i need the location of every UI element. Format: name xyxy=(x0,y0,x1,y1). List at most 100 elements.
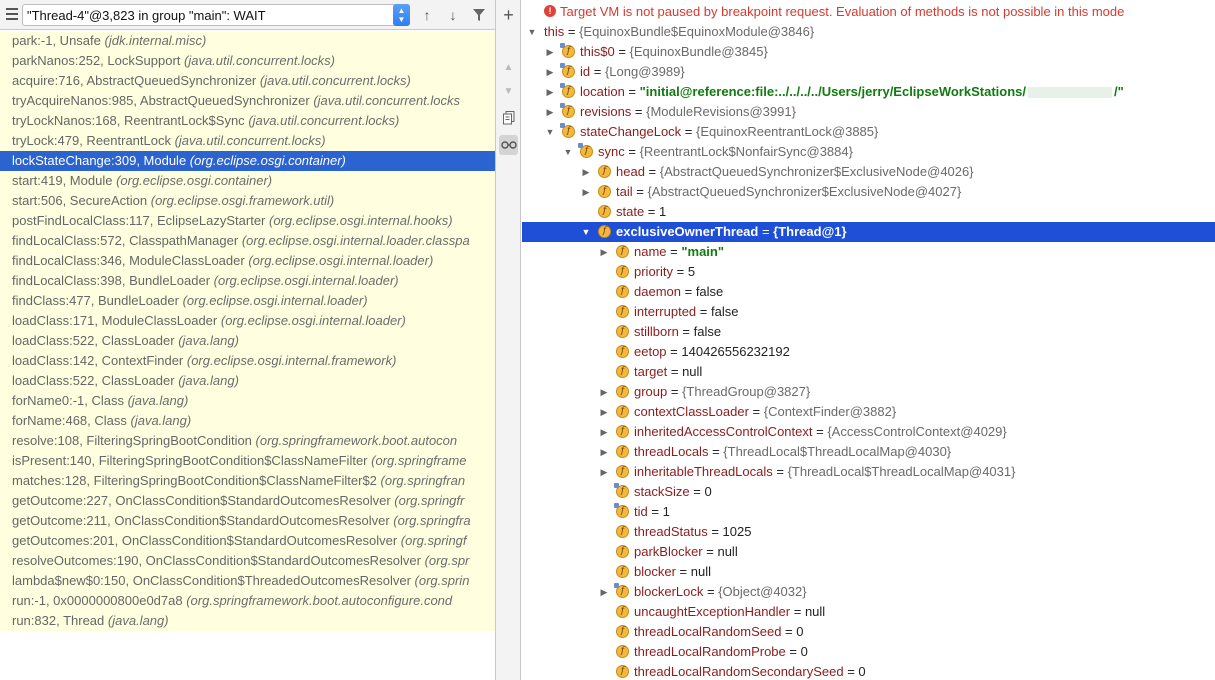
expanded-arrow-icon[interactable]: ▼ xyxy=(544,122,556,142)
stack-frame-row[interactable]: getOutcome:227, OnClassCondition$Standar… xyxy=(0,491,495,511)
frame-method: resolveOutcomes:190, OnClassCondition$St… xyxy=(12,553,425,568)
collapsed-arrow-icon[interactable]: ▶ xyxy=(544,82,556,102)
copy-icon[interactable] xyxy=(499,108,518,128)
variable-row-sync[interactable]: ▼ f sync = {ReentrantLock$NonfairSync@3884… xyxy=(522,142,1215,162)
thread-selector[interactable]: "Thread-4"@3,823 in group "main": WAIT ▲… xyxy=(22,4,410,26)
variable-value: {ContextFinder@3882} xyxy=(763,404,897,419)
stack-frame-row[interactable]: loadClass:142, ContextFinder (org.eclips… xyxy=(0,351,495,371)
hamburger-icon[interactable] xyxy=(6,8,18,20)
collapsed-arrow-icon[interactable]: ▶ xyxy=(598,422,610,442)
expanded-arrow-icon[interactable]: ▼ xyxy=(562,142,574,162)
stack-frame-row[interactable]: tryLockNanos:168, ReentrantLock$Sync (ja… xyxy=(0,111,495,131)
variable-row-head[interactable]: ▶ f head = {AbstractQueuedSynchronizer$Exc… xyxy=(522,162,1215,182)
expanded-arrow-icon[interactable]: ▼ xyxy=(526,22,538,42)
stack-frame-row[interactable]: getOutcome:211, OnClassCondition$Standar… xyxy=(0,511,495,531)
variable-row-inheritedaccesscontrolcontext[interactable]: ▶ f inheritedAccessControlContext = {Acces… xyxy=(522,422,1215,442)
variable-row-this[interactable]: ▼ this = {EquinoxBundle$EquinoxModule@384… xyxy=(522,22,1215,42)
variable-row-blockerlock[interactable]: ▶ f blockerLock = {Object@4032} xyxy=(522,582,1215,602)
variable-row-threadlocalrandomprobe[interactable]: f threadLocalRandomProbe = 0 xyxy=(522,642,1215,662)
variable-row-exclusiveownerthread[interactable]: ▼ f exclusiveOwnerThread = {Thread@1} xyxy=(522,222,1215,242)
variable-row-threadlocals[interactable]: ▶ f threadLocals = {ThreadLocal$ThreadLoca… xyxy=(522,442,1215,462)
variable-row-threadlocalrandomsecondaryseed[interactable]: f threadLocalRandomSecondarySeed = 0 xyxy=(522,662,1215,680)
filter-icon[interactable] xyxy=(469,4,489,26)
variable-row-name[interactable]: ▶ f name = "main" xyxy=(522,242,1215,262)
collapsed-arrow-icon[interactable]: ▶ xyxy=(598,442,610,462)
stack-frame-row[interactable]: matches:128, FilteringSpringBootConditio… xyxy=(0,471,495,491)
variable-row-inheritablethreadlocals[interactable]: ▶ f inheritableThreadLocals = {ThreadLocal… xyxy=(522,462,1215,482)
arrow-down-icon[interactable]: ↓ xyxy=(443,4,463,26)
stack-frame-row[interactable]: forName0:-1, Class (java.lang) xyxy=(0,391,495,411)
variable-row-state[interactable]: f state = 1 xyxy=(522,202,1215,222)
variable-value: {ThreadLocal$ThreadLocalMap@4031} xyxy=(787,464,1016,479)
collapsed-arrow-icon[interactable]: ▶ xyxy=(544,62,556,82)
stack-frame-row[interactable]: findLocalClass:572, ClasspathManager (or… xyxy=(0,231,495,251)
stack-frame-row[interactable]: lambda$new$0:150, OnClassCondition$Threa… xyxy=(0,571,495,591)
stack-frame-row[interactable]: findLocalClass:398, BundleLoader (org.ec… xyxy=(0,271,495,291)
collapsed-arrow-icon[interactable]: ▶ xyxy=(544,42,556,62)
variable-row-contextclassloader[interactable]: ▶ f contextClassLoader = {ContextFinder@38… xyxy=(522,402,1215,422)
stack-frame-row[interactable]: parkNanos:252, LockSupport (java.util.co… xyxy=(0,51,495,71)
stack-frame-row[interactable]: tryLock:479, ReentrantLock (java.util.co… xyxy=(0,131,495,151)
equals-sign: = xyxy=(681,124,697,139)
variable-row-uncaughtexceptionhandler[interactable]: f uncaughtExceptionHandler = null xyxy=(522,602,1215,622)
stack-frame-row[interactable]: loadClass:522, ClassLoader (java.lang) xyxy=(0,371,495,391)
arrow-up-icon[interactable]: ↑ xyxy=(417,4,437,26)
variable-row-threadstatus[interactable]: f threadStatus = 1025 xyxy=(522,522,1215,542)
plus-icon[interactable]: + xyxy=(499,5,518,25)
variable-row-priority[interactable]: f priority = 5 xyxy=(522,262,1215,282)
triangle-up-icon[interactable]: ▲ xyxy=(499,58,518,78)
stack-frame-row[interactable]: loadClass:171, ModuleClassLoader (org.ec… xyxy=(0,311,495,331)
variable-row-revisions[interactable]: ▶ f revisions = {ModuleRevisions@3991} xyxy=(522,102,1215,122)
variable-name: location xyxy=(580,84,625,99)
variable-row-this0[interactable]: ▶ f this$0 = {EquinoxBundle@3845} xyxy=(522,42,1215,62)
variable-row-location[interactable]: ▶ f location = "initial@reference:file:../… xyxy=(522,82,1215,102)
variable-row-stacksize[interactable]: f stackSize = 0 xyxy=(522,482,1215,502)
stack-frame-row[interactable]: resolve:108, FilteringSpringBootConditio… xyxy=(0,431,495,451)
variable-value: false xyxy=(710,304,739,319)
stack-frame-row[interactable]: postFindLocalClass:117, EclipseLazyStart… xyxy=(0,211,495,231)
stack-frame-row[interactable]: run:-1, 0x0000000800e0d7a8 (org.springfr… xyxy=(0,591,495,611)
stack-frame-row[interactable]: findClass:477, BundleLoader (org.eclipse… xyxy=(0,291,495,311)
variable-row-stillborn[interactable]: f stillborn = false xyxy=(522,322,1215,342)
stack-frame-row[interactable]: lockStateChange:309, Module (org.eclipse… xyxy=(0,151,495,171)
stack-frame-row[interactable]: start:419, Module (org.eclipse.osgi.cont… xyxy=(0,171,495,191)
collapsed-arrow-icon[interactable]: ▶ xyxy=(580,162,592,182)
variable-row-threadlocalrandomseed[interactable]: f threadLocalRandomSeed = 0 xyxy=(522,622,1215,642)
variable-row-id[interactable]: ▶ f id = {Long@3989} xyxy=(522,62,1215,82)
stack-frame-row[interactable]: getOutcomes:201, OnClassCondition$Standa… xyxy=(0,531,495,551)
collapsed-arrow-icon[interactable]: ▶ xyxy=(598,582,610,602)
variable-row-tail[interactable]: ▶ f tail = {AbstractQueuedSynchronizer$Exc… xyxy=(522,182,1215,202)
triangle-down-icon[interactable]: ▼ xyxy=(499,82,518,102)
variable-row-interrupted[interactable]: f interrupted = false xyxy=(522,302,1215,322)
chevron-updown-icon[interactable]: ▲ ▼ xyxy=(393,4,410,26)
variable-name: eetop xyxy=(634,344,667,359)
stack-frame-row[interactable]: loadClass:522, ClassLoader (java.lang) xyxy=(0,331,495,351)
collapsed-arrow-icon[interactable]: ▶ xyxy=(544,102,556,122)
collapsed-arrow-icon[interactable]: ▶ xyxy=(598,462,610,482)
stack-frame-row[interactable]: acquire:716, AbstractQueuedSynchronizer … xyxy=(0,71,495,91)
variable-row-statechangelock[interactable]: ▼ f stateChangeLock = {EquinoxReentrantLoc… xyxy=(522,122,1215,142)
stack-frame-row[interactable]: run:832, Thread (java.lang) xyxy=(0,611,495,631)
glasses-icon[interactable] xyxy=(499,135,518,155)
variable-row-tid[interactable]: f tid = 1 xyxy=(522,502,1215,522)
stack-frame-row[interactable]: tryAcquireNanos:985, AbstractQueuedSynch… xyxy=(0,91,495,111)
variable-row-target[interactable]: f target = null xyxy=(522,362,1215,382)
collapsed-arrow-icon[interactable]: ▶ xyxy=(598,382,610,402)
variable-row-parkblocker[interactable]: f parkBlocker = null xyxy=(522,542,1215,562)
equals-sign: = xyxy=(675,564,691,579)
collapsed-arrow-icon[interactable]: ▶ xyxy=(598,402,610,422)
variable-row-group[interactable]: ▶ f group = {ThreadGroup@3827} xyxy=(522,382,1215,402)
variable-row-daemon[interactable]: f daemon = false xyxy=(522,282,1215,302)
collapsed-arrow-icon[interactable]: ▶ xyxy=(580,182,592,202)
equals-sign: = xyxy=(680,284,696,299)
stack-frame-row[interactable]: resolveOutcomes:190, OnClassCondition$St… xyxy=(0,551,495,571)
stack-frame-row[interactable]: isPresent:140, FilteringSpringBootCondit… xyxy=(0,451,495,471)
variable-row-eetop[interactable]: f eetop = 140426556232192 xyxy=(522,342,1215,362)
collapsed-arrow-icon[interactable]: ▶ xyxy=(598,242,610,262)
stack-frame-row[interactable]: start:506, SecureAction (org.eclipse.osg… xyxy=(0,191,495,211)
stack-frame-row[interactable]: park:-1, Unsafe (jdk.internal.misc) xyxy=(0,31,495,51)
stack-frame-row[interactable]: forName:468, Class (java.lang) xyxy=(0,411,495,431)
stack-frame-row[interactable]: findLocalClass:346, ModuleClassLoader (o… xyxy=(0,251,495,271)
expanded-arrow-icon[interactable]: ▼ xyxy=(580,222,592,242)
variable-row-blocker[interactable]: f blocker = null xyxy=(522,562,1215,582)
